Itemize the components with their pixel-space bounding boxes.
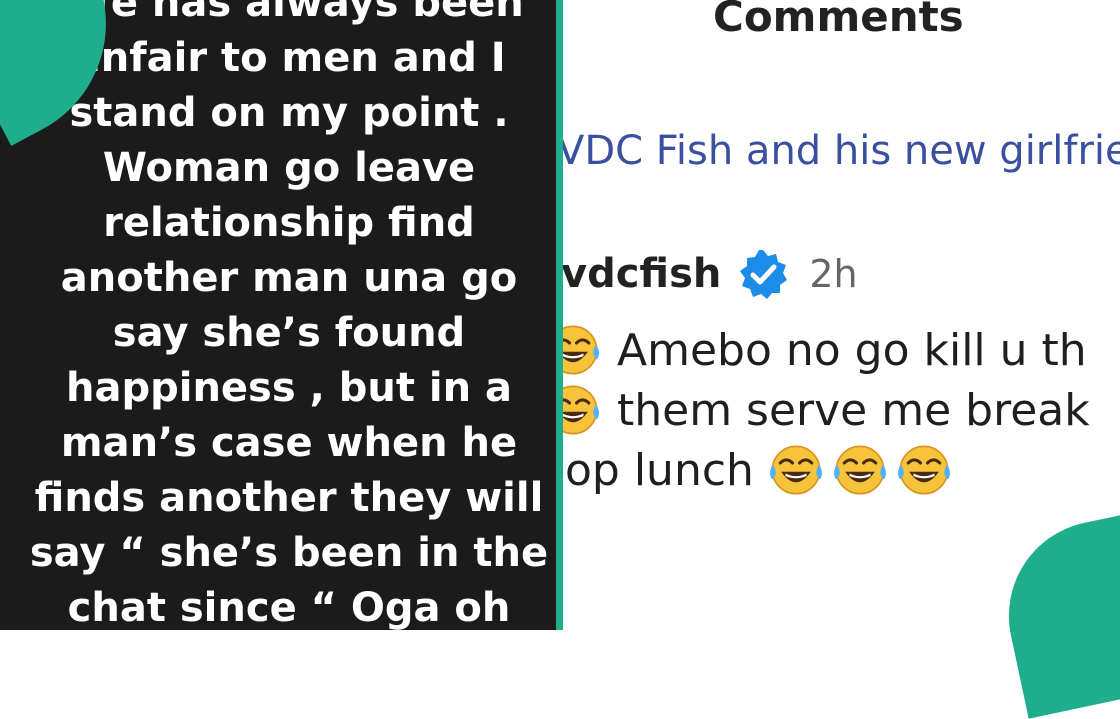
post-text-line: happiness , but in a [66,365,512,411]
tears-of-joy-emoji-icon [896,442,952,498]
comment-body: Amebo no go kill u th them serve me brea… [563,320,1090,500]
comment-line: them serve me break [563,380,1090,440]
post-text-line: say “ she’s been in the [29,530,549,576]
comment-text: them serve me break [617,384,1090,436]
post-text-line: chat since “ Oga oh [67,585,511,630]
tears-of-joy-emoji-icon [832,442,888,498]
tears-of-joy-emoji-icon [563,382,601,438]
post-text-line: man’s case when he [60,420,518,466]
comments-title: Comments [713,0,964,41]
post-text-line: say she’s found [112,310,466,356]
comment-text: Amebo no go kill u th [617,324,1087,376]
tears-of-joy-emoji-icon [768,442,824,498]
comment-header: vdcfish 2h [563,246,858,302]
comment-username[interactable]: vdcfish [563,251,721,297]
post-text: Life has always been unfair to men and I… [0,0,556,630]
comments-panel: Comments VDC Fish and his new girlfriend… [563,0,1120,630]
left-post-panel: Life has always been unfair to men and I… [0,0,556,630]
comment-timestamp: 2h [809,252,858,296]
post-text-line: relationship find [103,200,475,246]
comment-text: op lunch [565,444,754,496]
comment-line: op lunch [563,440,1090,500]
post-reference-link[interactable]: VDC Fish and his new girlfriend [563,128,1120,174]
panel-divider [556,0,563,630]
post-text-line: finds another they will [34,475,544,521]
comment-line: Amebo no go kill u th [563,320,1090,380]
post-text-line: stand on my point . [69,90,509,136]
post-text-line: Woman go leave [102,145,476,191]
verified-badge-icon [740,250,788,299]
post-text-line: another man una go [60,255,518,301]
tears-of-joy-emoji-icon [563,322,601,378]
